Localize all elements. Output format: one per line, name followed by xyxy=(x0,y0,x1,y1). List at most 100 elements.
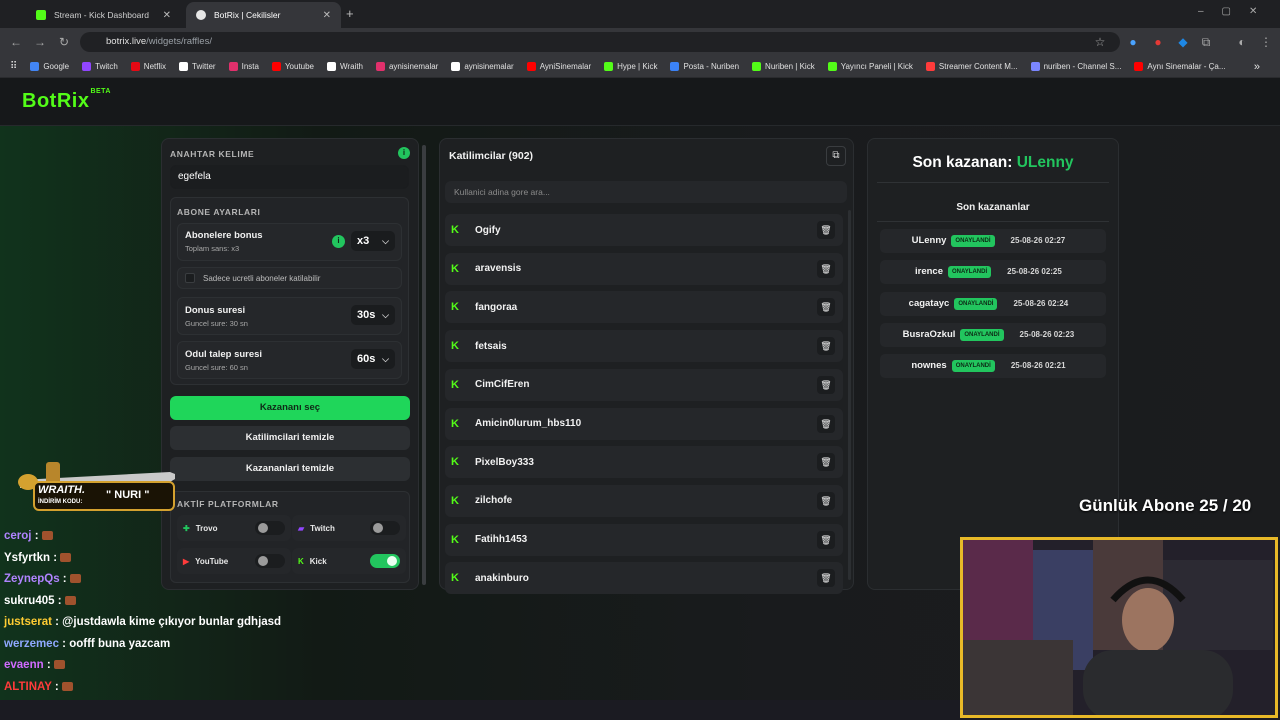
profile-icon[interactable]: ◐ xyxy=(1234,34,1250,50)
winner-name: nownes xyxy=(911,360,947,372)
menu-icon[interactable]: ⋮ xyxy=(1258,34,1274,50)
kick-icon: K xyxy=(451,378,459,391)
bookmark-item[interactable]: nuriben - Channel S... xyxy=(1030,62,1121,71)
kick-toggle[interactable] xyxy=(370,554,400,568)
keyword-title: ANAHTAR KELIME xyxy=(170,149,255,159)
paid-only-checkbox[interactable] xyxy=(185,273,195,283)
tab-kick-dashboard[interactable]: Stream - Kick Dashboard ✕ xyxy=(26,2,181,28)
chat-user: ceroj xyxy=(4,530,32,542)
platform-label: Kick xyxy=(309,556,327,566)
trash-icon[interactable]: 🗑 xyxy=(817,453,835,472)
bookmarks-bar: ⠿ Google Twitch Netflix Twitter Insta Youtube… xyxy=(0,56,1280,78)
forward-icon[interactable]: → xyxy=(32,34,48,50)
extension-icon[interactable]: ● xyxy=(1125,34,1141,50)
bookmark-label: aynisinemalar xyxy=(464,62,514,71)
bookmark-item[interactable]: Google xyxy=(30,62,69,71)
bookmark-item[interactable]: Aynı Sinemalar - Ça... xyxy=(1134,62,1226,71)
info-icon[interactable]: i xyxy=(332,235,345,248)
bookmark-label: Insta xyxy=(241,62,259,71)
bookmark-item[interactable]: Wraith xyxy=(327,62,363,71)
trash-icon[interactable]: 🗑 xyxy=(817,569,835,588)
emote-icon xyxy=(69,574,81,583)
chat-message: ZeynepQs : xyxy=(4,573,81,585)
participant-name: PixelBoy333 xyxy=(475,456,534,468)
bonus-select[interactable]: x3 ⌵ xyxy=(351,231,395,251)
trash-icon[interactable]: 🗑 xyxy=(817,491,835,510)
bookmark-item[interactable]: Netflix xyxy=(130,62,166,71)
platform-youtube: ▶ YouTube xyxy=(177,548,291,574)
bookmark-item[interactable]: Hype | Kick xyxy=(604,62,657,71)
chat-message: ceroj : xyxy=(4,530,53,542)
bookmark-icon xyxy=(228,62,238,71)
settings-scrollbar[interactable] xyxy=(422,145,426,585)
clear-participants-button[interactable]: Katilimcilari temizle xyxy=(170,426,410,450)
bookmark-item[interactable]: Twitch xyxy=(82,62,118,71)
reload-icon[interactable]: ↻ xyxy=(56,34,72,50)
trash-icon[interactable]: 🗑 xyxy=(817,530,835,549)
star-icon[interactable]: ☆ xyxy=(1092,34,1108,50)
bookmark-item[interactable]: aynisinemalar xyxy=(451,62,514,71)
emote-icon xyxy=(61,681,73,691)
bookmark-label: Streamer Content M... xyxy=(938,62,1018,71)
bookmark-item[interactable]: Posta - Nuriben xyxy=(670,62,739,71)
back-icon[interactable]: ← xyxy=(8,34,24,50)
kick-icon: K xyxy=(451,572,459,585)
winner-name: BusraOzkul xyxy=(902,328,956,340)
bookmark-item[interactable]: Youtube xyxy=(271,62,314,71)
bookmark-item[interactable]: AyniSinemalar xyxy=(526,62,591,71)
pick-winner-button[interactable]: Kazananı seç xyxy=(170,396,410,420)
close-icon[interactable]: ✕ xyxy=(323,10,331,21)
kick-icon: K xyxy=(451,417,459,430)
chat-message: werzemec : oofff buna yazcam xyxy=(4,638,170,650)
participant-row: K PixelBoy333 🗑 xyxy=(445,446,843,479)
apps-icon[interactable]: ⠿ xyxy=(10,61,17,72)
window-controls[interactable]: –▢✕ xyxy=(1198,6,1275,17)
tab-botrix[interactable]: BotRix | Cekilisler ✕ xyxy=(186,2,341,28)
trash-icon[interactable]: 🗑 xyxy=(817,221,835,239)
url-field[interactable]: botrix.live/widgets/raffles/ xyxy=(80,32,1120,52)
close-icon[interactable]: ✕ xyxy=(163,10,171,21)
bookmark-icon xyxy=(670,62,680,71)
divider xyxy=(877,182,1109,183)
trash-icon[interactable]: 🗑 xyxy=(817,375,835,394)
chat-message: Ysfyrtkn : xyxy=(4,552,72,564)
bookmark-item[interactable]: aynisinemalar xyxy=(375,62,438,71)
winner-name: irence xyxy=(915,266,943,278)
clear-winners-button[interactable]: Kazananlari temizle xyxy=(170,457,410,481)
bonus-value: x3 xyxy=(357,235,370,247)
trash-icon[interactable]: 🗑 xyxy=(817,414,835,433)
shield-icon[interactable]: ◆ xyxy=(1175,34,1191,50)
bookmarks-overflow-icon[interactable]: » xyxy=(1254,61,1260,73)
new-tab-icon[interactable]: + xyxy=(346,6,354,21)
winner-row: cagatayc ONAYLANDİ 25-08-26 02:24 xyxy=(880,291,1106,316)
extension-icon[interactable]: ● xyxy=(1150,34,1166,50)
platforms-title: AKTİF PLATFORMLAR xyxy=(177,499,279,509)
participants-scrollbar[interactable] xyxy=(848,210,851,580)
copy-icon[interactable]: ⧉ xyxy=(826,146,846,166)
youtube-toggle[interactable] xyxy=(255,554,285,568)
botrix-logo[interactable]: BotRixBETA xyxy=(22,88,111,113)
claim-time-select[interactable]: 60s ⌵ xyxy=(351,349,395,369)
bookmark-item[interactable]: Nuriben | Kick xyxy=(752,62,815,71)
bonus-time-select[interactable]: 30s ⌵ xyxy=(351,305,395,325)
keyword-input[interactable]: egefela xyxy=(170,165,409,189)
tab-title: BotRix | Cekilisler xyxy=(214,10,281,20)
bookmark-item[interactable]: Streamer Content M... xyxy=(925,62,1018,71)
participant-search-input[interactable]: Kullanici adina gore ara... xyxy=(445,181,847,203)
sponsor-banner: WRAITH. İNDİRİM KODU: " NURI " xyxy=(10,452,180,514)
trash-icon[interactable]: 🗑 xyxy=(817,259,835,278)
trash-icon[interactable]: 🗑 xyxy=(817,298,835,317)
trash-icon[interactable]: 🗑 xyxy=(817,337,835,356)
info-icon[interactable]: i xyxy=(398,147,410,159)
sponsor-code-label: İNDİRİM KODU: xyxy=(38,499,83,505)
bookmark-item[interactable]: Yayıncı Paneli | Kick xyxy=(827,62,913,71)
extensions-icon[interactable]: ⧉ xyxy=(1198,34,1214,50)
trovo-toggle[interactable] xyxy=(255,521,285,535)
participant-row: Kfetsais 🗑 xyxy=(445,330,843,363)
approved-badge: ONAYLANDİ xyxy=(951,360,995,373)
bookmark-icon xyxy=(130,62,140,71)
last-winner-heading: Son kazanan: ULenny xyxy=(867,154,1119,172)
bookmark-item[interactable]: Twitter xyxy=(179,62,216,71)
twitch-toggle[interactable] xyxy=(370,521,400,535)
bookmark-item[interactable]: Insta xyxy=(228,62,259,71)
